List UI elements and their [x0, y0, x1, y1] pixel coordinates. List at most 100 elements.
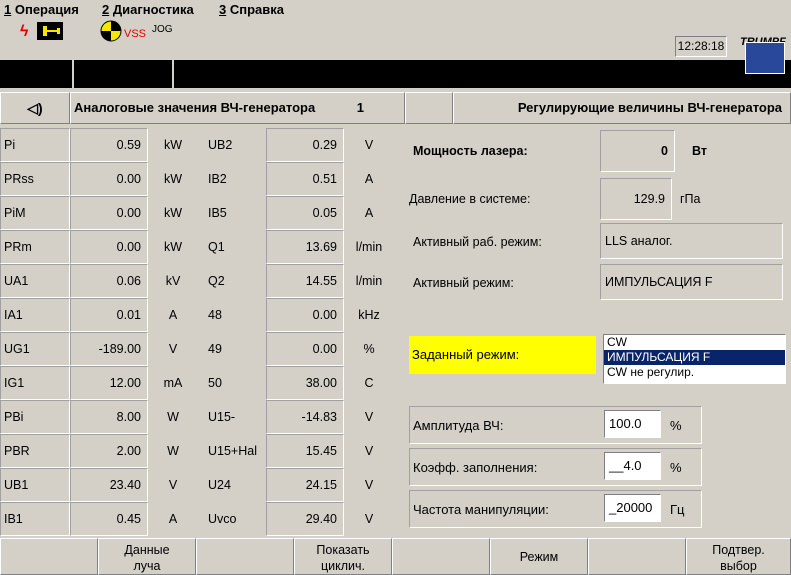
softkey-7[interactable] [588, 538, 686, 575]
cell-l-unit: W [167, 444, 179, 458]
amplitude-label: Амплитуда ВЧ: [413, 418, 504, 433]
duty-label: Коэфф. заполнения: [413, 460, 538, 475]
cell-r-val: 0.00 [266, 298, 344, 332]
cell-l-name: Pi [0, 128, 70, 162]
cell-l-name: IA1 [0, 298, 70, 332]
cell-l-name: UG1 [0, 332, 70, 366]
analog-values-table: Pi 0.59 kW UB2 0.29 V PRss 0.00 kW IB2 0.51 A PiM 0.0… [0, 128, 405, 536]
cell-l-val: 0.00 [70, 230, 148, 264]
active-mode-label: Активный режим: [413, 276, 514, 290]
set-mode-option[interactable]: CW не регулир. [604, 365, 785, 380]
cell-l-name: PBi [0, 400, 70, 434]
left-panel-header: Аналоговые значения ВЧ-генератора 1 [70, 92, 405, 124]
set-mode-option-selected[interactable]: ИМПУЛЬСАЦИЯ F [604, 350, 785, 365]
cell-r-unit: % [363, 342, 375, 356]
cell-l-unit: W [167, 410, 179, 424]
cell-r-name: IB5 [208, 206, 227, 220]
cell-r-name: 48 [208, 308, 222, 322]
laser-power-value: 0 [600, 130, 675, 172]
cell-r-unit: A [364, 172, 374, 186]
lightning-icon: ϟ [20, 23, 29, 40]
set-mode-option[interactable]: CW [604, 335, 785, 350]
active-work-mode-value: LLS аналог. [600, 223, 783, 259]
cell-r-name: UB2 [208, 138, 233, 152]
set-mode-label: Заданный режим: [412, 347, 520, 362]
amplitude-input[interactable]: 100.0 [604, 410, 661, 438]
cell-l-val: 0.01 [70, 298, 148, 332]
menu-operation-num: 1 [4, 2, 12, 17]
connector-icon [37, 22, 63, 40]
frequency-input[interactable]: _20000 [604, 494, 661, 522]
message-divider [172, 60, 174, 88]
cell-l-name: UB1 [0, 468, 70, 502]
cell-r-name: Uvco [208, 512, 237, 526]
duty-input[interactable]: __4.0 [604, 452, 661, 480]
softkey-3[interactable] [196, 538, 294, 575]
cell-r-name: Q2 [208, 274, 225, 288]
target-icon-svg [100, 20, 122, 42]
softkey-6[interactable]: Режим [490, 538, 588, 575]
cell-l-val: 0.00 [70, 162, 148, 196]
menu-operation[interactable]: 1 Операция [4, 2, 79, 17]
cell-l-val: 0.59 [70, 128, 148, 162]
cell-r-val: 0.51 [266, 162, 344, 196]
frequency-row: Частота манипуляции: _20000 Гц [409, 490, 702, 528]
softkey-2[interactable]: Данные луча [98, 538, 196, 575]
cell-r-val: 24.15 [266, 468, 344, 502]
set-mode-listbox[interactable]: CW ИМПУЛЬСАЦИЯ F CW не регулир. [603, 334, 786, 384]
cell-l-unit: kW [163, 206, 183, 220]
cell-r-name: IB2 [208, 172, 227, 186]
cell-l-unit: kW [163, 172, 183, 186]
speaker-icon: ◁) [27, 100, 43, 116]
duty-unit: % [670, 460, 682, 475]
speaker-button[interactable]: ◁) [0, 92, 70, 124]
menu-bar: 1 Операция 2 Диагностика 3 Справка [0, 0, 791, 20]
menu-help-num: 3 [219, 2, 227, 17]
duty-row: Коэфф. заполнения: __4.0 % [409, 448, 702, 486]
softkey-8[interactable]: Подтвер. выбор [686, 538, 791, 575]
set-mode-label-box: Заданный режим: [409, 336, 596, 374]
softkey-label: Показать циклич. [316, 543, 370, 573]
active-mode-value: ИМПУЛЬСАЦИЯ F [600, 264, 783, 300]
cell-l-val: 12.00 [70, 366, 148, 400]
menu-operation-label: Операция [14, 2, 79, 17]
cell-r-name: Q1 [208, 240, 225, 254]
cell-l-val: 2.00 [70, 434, 148, 468]
cell-r-name: U24 [208, 478, 231, 492]
cell-r-name: U15- [208, 410, 236, 424]
frequency-unit: Гц [670, 502, 685, 517]
softkey-4[interactable]: Показать циклич. [294, 538, 392, 575]
cell-r-unit: V [364, 138, 374, 152]
cell-r-unit: l/min [355, 274, 383, 288]
cell-r-val: 38.00 [266, 366, 344, 400]
cell-r-val: 0.00 [266, 332, 344, 366]
cell-l-val: 0.06 [70, 264, 148, 298]
right-panel-header: Регулирующие величины ВЧ-генератора [453, 92, 791, 124]
laser-power-unit: Вт [692, 144, 707, 158]
menu-diagnostics-label: Диагностика [112, 2, 194, 17]
cell-r-name: 49 [208, 342, 222, 356]
cell-r-unit: V [364, 444, 374, 458]
cell-l-unit: kW [163, 240, 183, 254]
softkey-5[interactable] [392, 538, 490, 575]
frequency-label: Частота манипуляции: [413, 502, 549, 517]
pressure-label: Давление в системе: [409, 192, 531, 206]
cell-r-val: 0.05 [266, 196, 344, 230]
cell-r-unit: kHz [358, 308, 380, 322]
cell-l-unit: kW [163, 138, 183, 152]
softkey-label: Подтвер. выбор [712, 543, 765, 573]
active-work-mode-label: Активный раб. режим: [413, 235, 542, 249]
cell-r-val: -14.83 [266, 400, 344, 434]
menu-diagnostics[interactable]: 2 Диагностика [102, 2, 194, 17]
message-bar [0, 60, 791, 88]
cell-l-val: 23.40 [70, 468, 148, 502]
cell-r-unit: V [364, 478, 374, 492]
cell-l-name: PiM [0, 196, 70, 230]
laser-power-label: Мощность лазера: [413, 144, 528, 158]
cell-r-name: 50 [208, 376, 222, 390]
softkey-label: Данные луча [124, 543, 170, 573]
cell-l-name: PBR [0, 434, 70, 468]
pressure-value: 129.9 [600, 178, 672, 220]
softkey-1[interactable] [0, 538, 98, 575]
menu-help[interactable]: 3 Справка [219, 2, 284, 17]
